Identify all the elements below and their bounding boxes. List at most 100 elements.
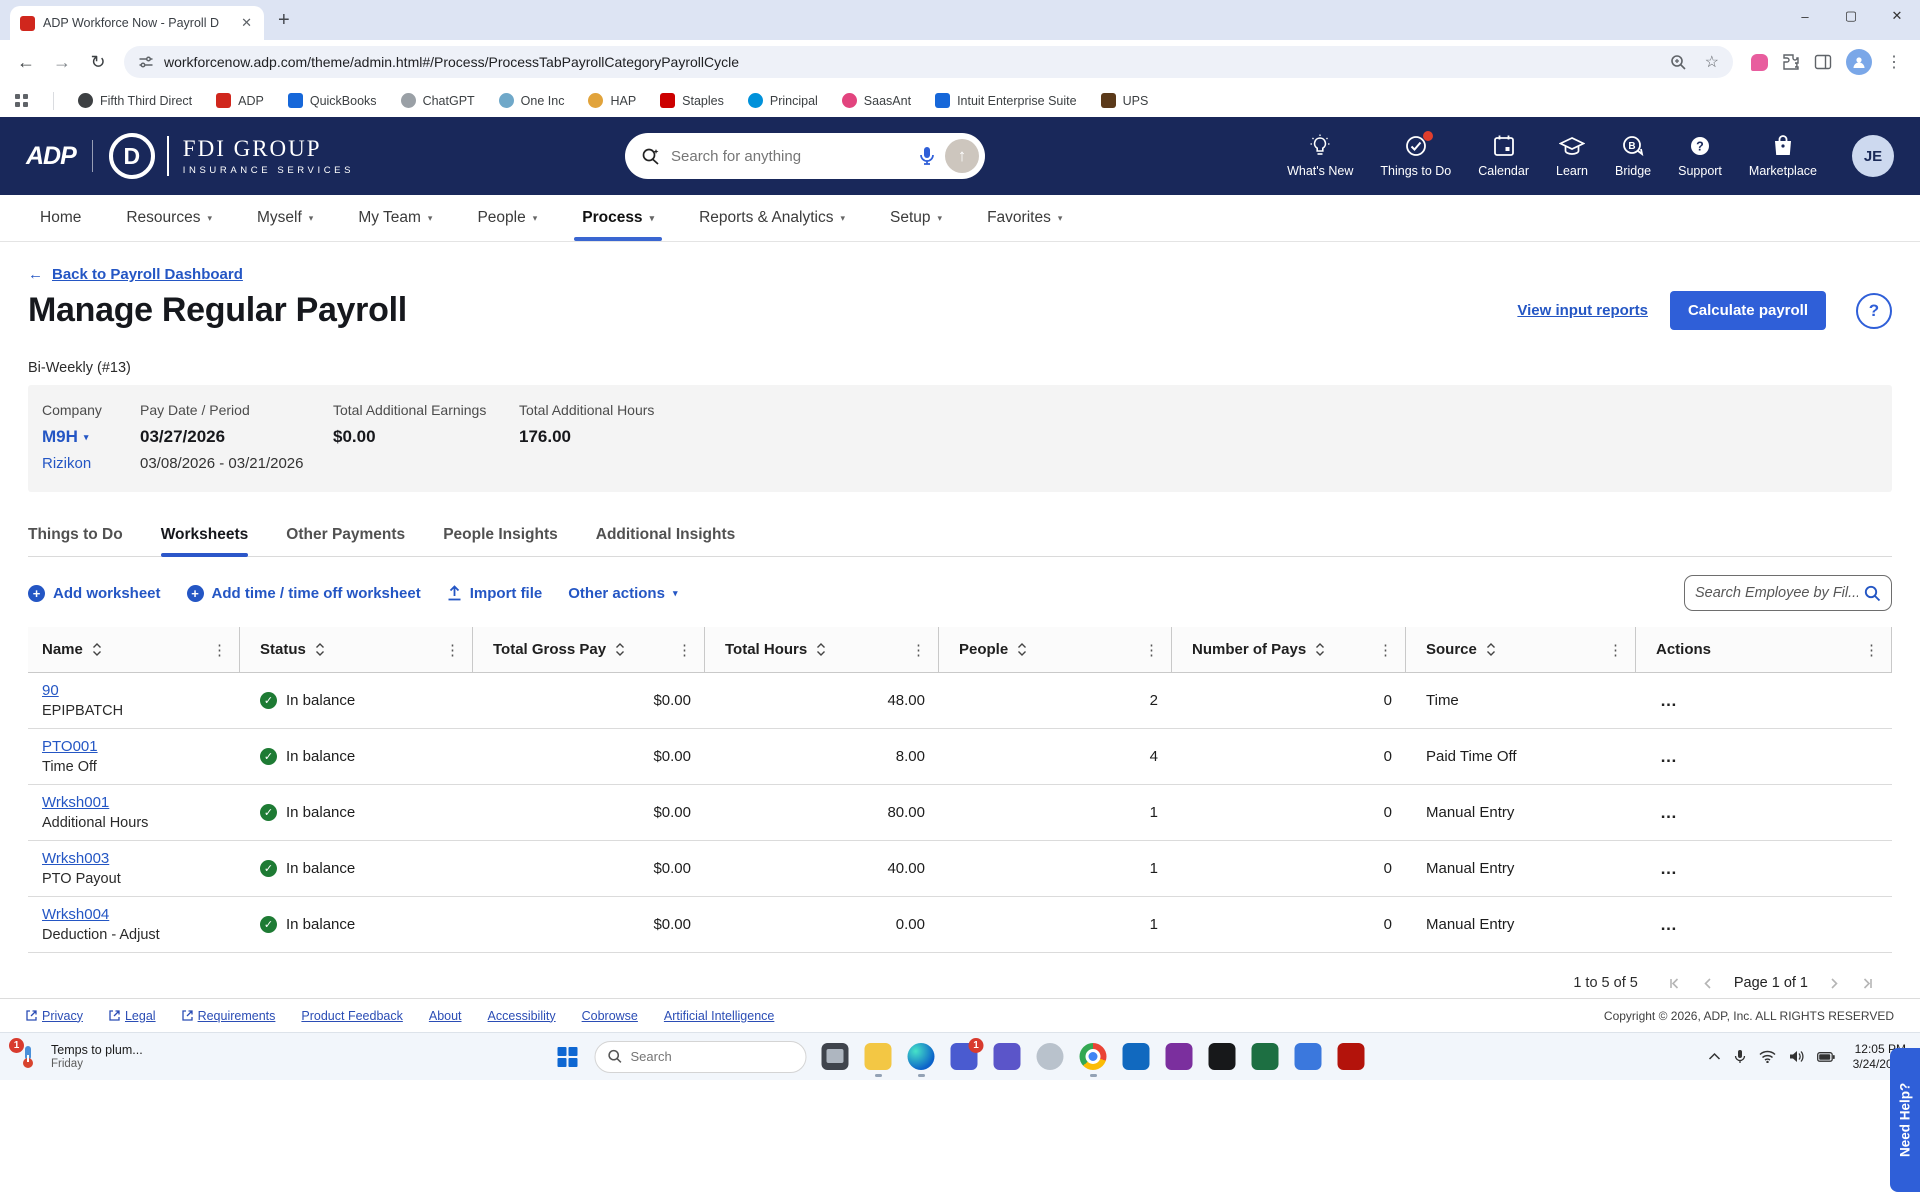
calculate-payroll-button[interactable]: Calculate payroll <box>1670 291 1826 330</box>
worksheet-link[interactable]: Wrksh003 <box>42 850 109 867</box>
user-avatar[interactable]: JE <box>1852 135 1894 177</box>
tab-additional-insights[interactable]: Additional Insights <box>596 526 736 556</box>
support-button[interactable]: ? Support <box>1678 134 1722 178</box>
search-icon[interactable] <box>1864 585 1881 602</box>
column-header-people[interactable]: People⋮ <box>939 627 1172 672</box>
tab-things-to-do[interactable]: Things to Do <box>28 526 123 556</box>
side-panel-icon[interactable] <box>1814 53 1832 71</box>
company-select[interactable]: M9H▾ <box>42 427 140 447</box>
nav-favorites[interactable]: Favorites▾ <box>987 195 1062 241</box>
column-header-number-of-pays[interactable]: Number of Pays⋮ <box>1172 627 1406 672</box>
global-search[interactable]: ↑ <box>625 133 985 179</box>
bookmark-saasant[interactable]: SaasAnt <box>842 93 911 108</box>
refresh-icon[interactable]: ↻ <box>82 46 114 78</box>
need-help-button[interactable]: Need Help? <box>1890 1048 1920 1192</box>
taskbar-excel-icon[interactable] <box>1252 1043 1279 1070</box>
last-page-icon[interactable] <box>1861 977 1874 990</box>
employee-search[interactable] <box>1684 575 1892 611</box>
battery-icon[interactable] <box>1817 1052 1835 1062</box>
nav-reports-analytics[interactable]: Reports & Analytics▾ <box>699 195 845 241</box>
nav-myself[interactable]: Myself▾ <box>257 195 313 241</box>
artificial-intelligence-link[interactable]: Artificial Intelligence <box>664 1009 774 1023</box>
column-header-name[interactable]: Name⋮ <box>28 627 240 672</box>
column-menu-icon[interactable]: ⋮ <box>1608 641 1623 659</box>
browser-tab[interactable]: ADP Workforce Now - Payroll D ✕ <box>10 6 264 40</box>
worksheet-link[interactable]: 90 <box>42 682 59 699</box>
taskbar-app-black-icon[interactable] <box>1209 1043 1236 1070</box>
row-actions-button[interactable]: … <box>1660 859 1678 878</box>
bookmark-ups[interactable]: UPS <box>1101 93 1149 108</box>
column-menu-icon[interactable]: ⋮ <box>677 641 692 659</box>
column-menu-icon[interactable]: ⋮ <box>1378 641 1393 659</box>
nav-home[interactable]: Home <box>40 195 81 241</box>
tab-other-payments[interactable]: Other Payments <box>286 526 405 556</box>
forward-icon[interactable]: → <box>46 46 78 78</box>
taskbar-search[interactable] <box>595 1041 807 1073</box>
learn-button[interactable]: Learn <box>1556 134 1588 178</box>
column-menu-icon[interactable]: ⋮ <box>212 641 227 659</box>
other-actions-button[interactable]: Other actions ▾ <box>568 585 677 602</box>
legal-link[interactable]: Legal <box>109 1009 156 1023</box>
nav-process[interactable]: Process▾ <box>582 195 654 241</box>
search-submit-icon[interactable]: ↑ <box>945 139 979 173</box>
taskbar-edge-icon[interactable] <box>908 1043 935 1070</box>
things-to-do-button[interactable]: Things to Do <box>1380 134 1451 178</box>
taskbar-search-input[interactable] <box>631 1049 794 1064</box>
worksheet-link[interactable]: Wrksh004 <box>42 906 109 923</box>
bookmark-star-icon[interactable]: ☆ <box>1705 52 1719 72</box>
column-menu-icon[interactable]: ⋮ <box>445 641 460 659</box>
column-header-total-hours[interactable]: Total Hours⋮ <box>705 627 939 672</box>
volume-icon[interactable] <box>1789 1050 1804 1063</box>
row-actions-button[interactable]: … <box>1660 747 1678 766</box>
microphone-icon[interactable] <box>919 146 935 166</box>
taskbar-phone-link-icon[interactable]: 1 <box>951 1043 978 1070</box>
employee-search-input[interactable] <box>1695 585 1858 601</box>
bridge-button[interactable]: B Bridge <box>1615 134 1651 178</box>
bookmark-one-inc[interactable]: One Inc <box>499 93 565 108</box>
taskbar-file-explorer-icon[interactable] <box>865 1043 892 1070</box>
privacy-link[interactable]: Privacy <box>26 1009 83 1023</box>
cobrowse-link[interactable]: Cobrowse <box>582 1009 638 1023</box>
taskbar-chrome-icon[interactable] <box>1080 1043 1107 1070</box>
pinned-extension-icon[interactable] <box>1751 54 1768 71</box>
start-button[interactable] <box>556 1045 580 1069</box>
column-menu-icon[interactable]: ⋮ <box>1144 641 1159 659</box>
bookmark-quickbooks[interactable]: QuickBooks <box>288 93 377 108</box>
bookmark-staples[interactable]: Staples <box>660 93 724 108</box>
previous-page-icon[interactable] <box>1703 977 1712 990</box>
row-actions-button[interactable]: … <box>1660 915 1678 934</box>
taskbar-outlook-icon[interactable] <box>1123 1043 1150 1070</box>
requirements-link[interactable]: Requirements <box>182 1009 276 1023</box>
back-to-dashboard-link[interactable]: Back to Payroll Dashboard <box>52 266 243 283</box>
tab-close-icon[interactable]: ✕ <box>239 15 254 31</box>
import-file-button[interactable]: Import file <box>447 585 543 602</box>
about-link[interactable]: About <box>429 1009 462 1023</box>
taskbar-acrobat-icon[interactable] <box>1338 1043 1365 1070</box>
column-menu-icon[interactable]: ⋮ <box>911 641 926 659</box>
view-input-reports-link[interactable]: View input reports <box>1517 302 1648 319</box>
whats-new-button[interactable]: What's New <box>1287 134 1353 178</box>
column-header-status[interactable]: Status⋮ <box>240 627 473 672</box>
global-search-input[interactable] <box>671 148 909 165</box>
minimize-button[interactable]: – <box>1782 0 1828 32</box>
bookmark-principal[interactable]: Principal <box>748 93 818 108</box>
close-button[interactable]: ✕ <box>1874 0 1920 32</box>
browser-profile-icon[interactable] <box>1846 49 1872 75</box>
bookmark-adp[interactable]: ADP <box>216 93 264 108</box>
taskbar-onenote-icon[interactable] <box>1166 1043 1193 1070</box>
company-link[interactable]: Rizikon <box>42 455 91 472</box>
row-actions-button[interactable]: … <box>1660 803 1678 822</box>
marketplace-button[interactable]: Marketplace <box>1749 134 1817 178</box>
taskbar-app-ring-icon[interactable] <box>1037 1043 1064 1070</box>
add-time-worksheet-button[interactable]: + Add time / time off worksheet <box>187 585 421 602</box>
microphone-tray-icon[interactable] <box>1734 1049 1746 1064</box>
bookmark-fifth-third[interactable]: Fifth Third Direct <box>78 93 192 108</box>
new-tab-button[interactable]: + <box>278 9 290 32</box>
tray-chevron-up-icon[interactable] <box>1708 1052 1721 1061</box>
taskbar-window-app-icon[interactable] <box>822 1043 849 1070</box>
worksheet-link[interactable]: Wrksh001 <box>42 794 109 811</box>
column-menu-icon[interactable]: ⋮ <box>1864 641 1879 659</box>
site-settings-icon[interactable] <box>138 54 154 70</box>
next-page-icon[interactable] <box>1830 977 1839 990</box>
zoom-icon[interactable] <box>1670 54 1687 71</box>
